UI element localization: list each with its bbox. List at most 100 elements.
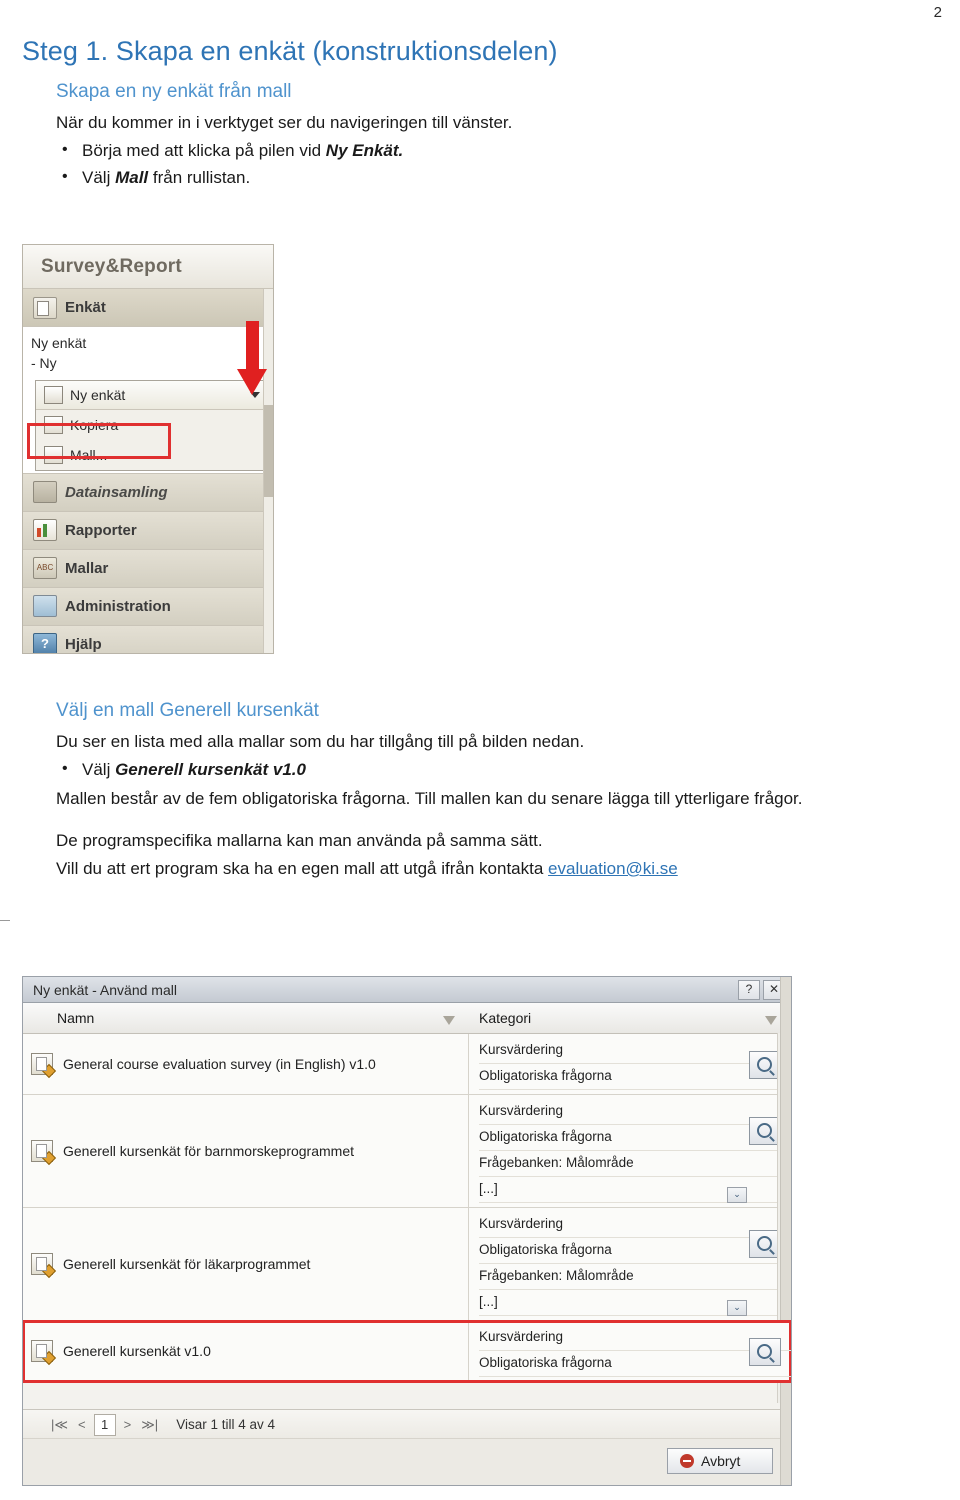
template-icon	[31, 1252, 57, 1278]
dialog-right-edge	[780, 977, 791, 1485]
bullet1-text: Börja med att klicka på pilen vid	[82, 141, 326, 161]
category-line: Obligatoriska frågorna	[479, 1064, 791, 1090]
row-category-cell: Kursvärdering Obligatoriska frågorna Frå…	[469, 1208, 791, 1320]
ny-enkat-dropdown[interactable]: Ny enkät Kopiera Mall...	[35, 379, 267, 471]
row-category-cell: Kursvärdering Obligatoriska frågorna Frå…	[469, 1095, 791, 1207]
help-icon: ?	[33, 633, 57, 653]
dropdown-option-mall[interactable]: Mall...	[36, 439, 266, 470]
reports-icon	[33, 519, 57, 542]
row-name-cell: General course evaluation survey (in Eng…	[23, 1034, 469, 1094]
section2-para1: Mallen består av de fem obligatoriska fr…	[56, 788, 803, 808]
pager-next-button[interactable]: >	[122, 1417, 134, 1432]
table-row-selected[interactable]: Generell kursenkät v1.0 Kursvärdering Ob…	[23, 1319, 791, 1383]
row-name-cell: Generell kursenkät v1.0	[23, 1320, 469, 1381]
pager-page-input[interactable]: 1	[93, 1413, 116, 1436]
section-skapa-ny-enkat: Skapa en ny enkät från mall När du komme…	[56, 81, 938, 190]
dropdown-option-label: Mall...	[70, 446, 108, 463]
scrollbar-thumb[interactable]	[264, 405, 273, 497]
template-icon	[31, 1339, 57, 1365]
preview-button[interactable]	[749, 1337, 781, 1366]
magnifier-icon	[757, 1056, 772, 1072]
section2-bullets: Välj Generell kursenkät v1.0	[56, 757, 938, 783]
sidebar-item-label: Datainsamling	[65, 483, 168, 501]
survey-report-logo: Survey&Report	[23, 245, 273, 289]
page-title: Steg 1. Skapa en enkät (konstruktionsdel…	[22, 36, 558, 66]
category-line: Kursvärdering	[479, 1212, 791, 1238]
templates-icon: ABC	[33, 557, 57, 580]
category-line: Frågebanken: Målområde	[479, 1264, 791, 1290]
sidebar-item-administration[interactable]: Administration	[23, 587, 273, 626]
pager-status: Visar 1 till 4 av 4	[176, 1417, 275, 1432]
sidebar-item-enkat[interactable]: Enkät	[23, 289, 273, 327]
row-name-label: Generell kursenkät för barnmorskeprogram…	[63, 1142, 355, 1159]
category-line: Obligatoriska frågorna	[479, 1351, 791, 1377]
category-line: Kursvärdering	[479, 1038, 791, 1064]
category-line: Obligatoriska frågorna	[479, 1238, 791, 1264]
chevron-down-icon[interactable]	[250, 391, 260, 398]
survey-icon	[33, 296, 57, 319]
bullet2-emphasis: Mall	[115, 167, 149, 187]
data-collection-icon	[33, 481, 57, 504]
filter-icon[interactable]	[443, 1016, 455, 1025]
cancel-icon	[680, 1454, 694, 1468]
row-category-cell: Kursvärdering Obligatoriska frågorna	[469, 1321, 791, 1381]
section2-intro: Du ser en lista med alla mallar som du h…	[56, 732, 585, 751]
template-icon	[31, 1052, 57, 1079]
dropdown-option-label: Kopiera	[70, 416, 119, 433]
dialog-title: Ny enkät - Använd mall	[33, 981, 177, 998]
expand-categories-button[interactable]: ⌄	[727, 1186, 747, 1203]
row-name-cell: Generell kursenkät för läkarprogrammet	[23, 1207, 469, 1320]
section1-bullets: Börja med att klicka på pilen vid Ny Enk…	[56, 138, 938, 191]
ny-link[interactable]: - Ny	[31, 353, 273, 373]
filter-icon[interactable]	[765, 1016, 777, 1025]
dropdown-option-kopiera[interactable]: Kopiera	[36, 409, 266, 440]
sidebar-item-label: Administration	[65, 597, 171, 615]
ny-enkat-link[interactable]: Ny enkät	[31, 333, 273, 353]
section2-para3: Vill du att ert program ska ha en egen m…	[56, 857, 938, 881]
column-header-kategori[interactable]: Kategori	[469, 1010, 791, 1026]
email-link[interactable]: evaluation@ki.se	[548, 859, 678, 878]
template-icon	[44, 445, 63, 464]
sidebar-item-label: Enkät	[65, 299, 106, 316]
bullet2-text: Välj	[82, 167, 116, 187]
panel-scrollbar[interactable]	[263, 289, 273, 653]
row-name-label: Generell kursenkät för läkarprogrammet	[63, 1255, 311, 1272]
pager-prev-button[interactable]: <	[76, 1417, 88, 1432]
table-row[interactable]: Generell kursenkät för läkarprogrammet K…	[23, 1207, 791, 1321]
category-line: Obligatoriska frågorna	[479, 1125, 791, 1151]
category-line: Frågebanken: Målområde	[479, 1151, 791, 1177]
section2-para2: De programspecifika mallarna kan man anv…	[56, 830, 543, 850]
magnifier-icon	[757, 1343, 772, 1359]
cancel-button[interactable]: Avbryt	[667, 1448, 773, 1474]
table-header: Namn Kategori	[23, 1003, 791, 1034]
sidebar-item-rapporter[interactable]: Rapporter	[23, 511, 273, 550]
dropdown-selected-row[interactable]: Ny enkät	[36, 380, 266, 410]
magnifier-icon	[757, 1235, 772, 1251]
table-row[interactable]: Generell kursenkät för barnmorskeprogram…	[23, 1094, 791, 1208]
sidebar-item-hjalp[interactable]: ? Hjälp	[23, 625, 273, 653]
pager-first-button[interactable]: |≪	[49, 1417, 70, 1433]
column-header-label: Kategori	[479, 1010, 532, 1026]
use-template-dialog: Ny enkät - Använd mall ? ✕ Namn Kategori…	[22, 976, 792, 1486]
expand-categories-button[interactable]: ⌄	[727, 1299, 747, 1316]
copy-icon	[44, 415, 63, 434]
help-icon[interactable]: ?	[738, 979, 760, 1000]
category-line: Kursvärdering	[479, 1099, 791, 1125]
sidebar-item-datainsamling[interactable]: Datainsamling	[23, 473, 273, 512]
page-number: 2	[933, 4, 942, 21]
column-header-namn[interactable]: Namn	[23, 1010, 469, 1026]
list-item: Välj Mall från rullistan.	[56, 165, 938, 191]
sidebar-item-mallar[interactable]: ABC Mallar	[23, 549, 273, 588]
section-heading-1: Skapa en ny enkät från mall	[56, 81, 292, 102]
template-icon	[31, 1139, 57, 1165]
bullet-emphasis: Generell kursenkät v1.0	[115, 760, 306, 780]
sidebar-item-label: Mallar	[65, 559, 109, 577]
row-name-label: General course evaluation survey (in Eng…	[63, 1055, 376, 1072]
administration-icon	[33, 595, 57, 618]
navigation-screenshot: Survey&Report Enkät Ny enkät - Ny Ny enk…	[22, 244, 274, 654]
sidebar-item-label: Hjälp	[65, 635, 102, 653]
table-row[interactable]: General course evaluation survey (in Eng…	[23, 1034, 791, 1095]
pager-last-button[interactable]: ≫|	[139, 1417, 160, 1433]
document-body: Steg 1. Skapa en enkät (konstruktionsdel…	[22, 36, 938, 194]
row-category-cell: Kursvärdering Obligatoriska frågorna	[469, 1034, 791, 1094]
